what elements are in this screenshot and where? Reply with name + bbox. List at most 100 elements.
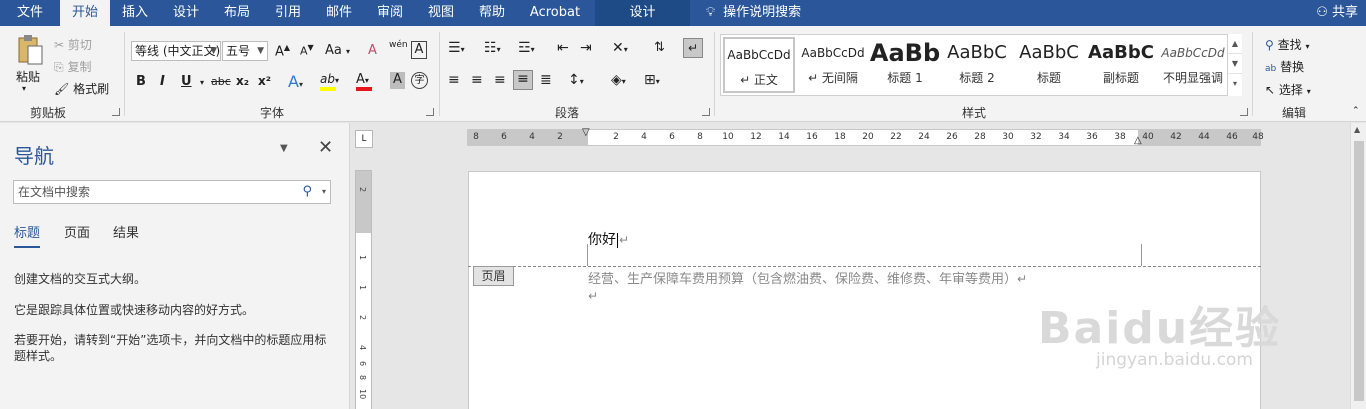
ruler-tick: 8	[697, 132, 703, 142]
nav-hint-3: 若要开始，请转到“开始”选项卡，并向文档中的标题应用标题样式。	[14, 333, 327, 363]
vruler-tick: 8	[358, 375, 367, 381]
line-spacing-button[interactable]: ↕▾	[568, 72, 584, 88]
chinese-layout-button[interactable]: ✕▾	[612, 40, 628, 56]
search-icon[interactable]: ⚲	[302, 181, 312, 203]
format-painter-button[interactable]: 🖌︎ 格式刷	[54, 80, 109, 97]
replace-button[interactable]: ab 替换	[1265, 58, 1304, 75]
align-left-button[interactable]: ≡	[448, 72, 460, 88]
tab-references[interactable]: 引用	[265, 0, 311, 26]
phonetic-guide-button[interactable]: wén	[389, 40, 408, 50]
tab-help[interactable]: 帮助	[469, 0, 515, 26]
font-launcher-icon[interactable]	[426, 108, 434, 116]
italic-button[interactable]: I	[160, 74, 165, 89]
close-icon[interactable]: ✕	[318, 137, 333, 158]
strikethrough-button[interactable]: abc	[211, 75, 231, 88]
phonetic-icon: wén	[389, 40, 408, 50]
style-heading-2[interactable]: AaBbC 标题 2	[941, 37, 1013, 93]
vertical-scrollbar[interactable]: ▲	[1350, 123, 1366, 409]
grow-font-button[interactable]: A▲	[275, 43, 290, 59]
style-subtle-emphasis[interactable]: AaBbCcDd 不明显强调	[1157, 37, 1229, 93]
right-indent-handle[interactable]: △	[1134, 135, 1142, 146]
tab-acrobat[interactable]: Acrobat	[520, 0, 590, 26]
paste-label[interactable]: 粘贴	[16, 68, 40, 85]
char-shading-button[interactable]: A	[390, 72, 405, 89]
borders-button[interactable]: ⊞▾	[644, 72, 660, 88]
nav-tab-pages[interactable]: 页面	[64, 222, 90, 241]
enclose-char-button[interactable]: 字	[411, 72, 428, 89]
paragraph-mark-icon: ↵	[687, 41, 699, 55]
tab-header-design[interactable]: 设计	[595, 0, 690, 26]
clipboard-launcher-icon[interactable]	[112, 108, 120, 116]
increase-indent-button[interactable]: ⇥	[580, 40, 592, 56]
copy-button[interactable]: ⎘ 复制	[54, 58, 91, 75]
style-subtitle[interactable]: AaBbC 副标题	[1085, 37, 1157, 93]
highlight-button[interactable]: ab▾	[320, 72, 339, 91]
style-title[interactable]: AaBbC 标题	[1013, 37, 1085, 93]
style-no-spacing[interactable]: AaBbCcDd ↵ 无间隔	[797, 37, 869, 93]
multilevel-list-button[interactable]: ☲▾	[518, 40, 535, 56]
justify-button[interactable]: ≡	[513, 70, 533, 90]
tab-view[interactable]: 视图	[418, 0, 464, 26]
cut-button[interactable]: ✂ 剪切	[54, 36, 92, 53]
nav-tab-headings[interactable]: 标题	[14, 222, 41, 248]
bold-button[interactable]: B	[136, 74, 146, 89]
char-border-button[interactable]: A	[411, 41, 427, 59]
align-right-button[interactable]: ≡	[494, 72, 506, 88]
align-center-button[interactable]: ≡	[471, 72, 483, 88]
nav-tab-results[interactable]: 结果	[113, 222, 139, 241]
document-body-line[interactable]: 你好 ↵	[588, 229, 629, 249]
change-case-button[interactable]: Aa ▾	[325, 43, 350, 58]
tab-home[interactable]: 开始	[60, 0, 110, 26]
paste-button[interactable]	[16, 34, 46, 66]
underline-button[interactable]: U	[181, 74, 192, 89]
more-styles-icon[interactable]: ▾	[1228, 74, 1242, 94]
superscript-button[interactable]: x²	[258, 74, 271, 88]
shading-button[interactable]: ◈▾	[611, 72, 626, 88]
select-button[interactable]: ↖ 选择 ▾	[1265, 81, 1311, 98]
underline-dropdown-icon[interactable]: ▾	[200, 78, 204, 87]
find-button[interactable]: ⚲ 查找 ▾	[1265, 36, 1309, 53]
sort-button[interactable]: ⇅	[654, 40, 665, 55]
scroll-up-icon[interactable]: ▲	[1354, 125, 1360, 134]
style-normal[interactable]: AaBbCcDd ↵ 正文	[723, 37, 795, 93]
tab-mailings[interactable]: 邮件	[316, 0, 362, 26]
clear-format-button[interactable]: A	[368, 43, 377, 58]
subscript-button[interactable]: x₂	[236, 74, 249, 88]
tab-selector[interactable]: L	[355, 130, 373, 148]
style-heading-1[interactable]: AaBb 标题 1	[869, 37, 941, 93]
increase-indent-icon: ⇥	[580, 40, 592, 56]
styles-launcher-icon[interactable]	[1240, 108, 1248, 116]
shrink-font-button[interactable]: A▼	[300, 43, 314, 58]
show-marks-button[interactable]: ↵	[683, 38, 703, 58]
text-effects-button[interactable]: A▾	[288, 72, 303, 91]
tab-review[interactable]: 审阅	[367, 0, 413, 26]
font-color-button[interactable]: A▾	[356, 72, 372, 91]
share-button[interactable]: ⚇ 共享	[1316, 0, 1358, 26]
styles-scroll[interactable]: ▲ ▼ ▾	[1227, 34, 1242, 96]
paste-dropdown-icon[interactable]: ▾	[22, 84, 26, 93]
chevron-up-icon[interactable]: ▲	[1228, 34, 1242, 54]
header-content[interactable]: 经营、生产保障车费用预算（包含燃油费、保险费、维修费、年审等费用）↵ ↵	[588, 268, 1027, 303]
decrease-indent-button[interactable]: ⇤	[557, 40, 569, 56]
chevron-down-icon[interactable]: ▾	[322, 181, 326, 203]
scroll-thumb[interactable]	[1354, 141, 1364, 401]
vertical-ruler[interactable]: 2 1 1 2 4 6 8 10	[355, 170, 372, 409]
tab-insert[interactable]: 插入	[112, 0, 158, 26]
borders-icon: ⊞	[644, 72, 656, 88]
tab-layout[interactable]: 布局	[214, 0, 260, 26]
tell-me-search[interactable]: 💡︎ 操作说明搜索	[706, 0, 801, 26]
nav-search-input[interactable]: 在文档中搜索 ⚲ ▾	[13, 180, 331, 204]
bullets-button[interactable]: ☰▾	[448, 40, 465, 56]
collapse-ribbon-icon[interactable]: ⌃	[1352, 106, 1360, 116]
nav-options-icon[interactable]: ▼	[280, 143, 288, 154]
horizontal-ruler[interactable]: 8 6 4 2 2 4 6 8 10 12 14 16 18 20 22 24 …	[467, 127, 1264, 146]
distributed-button[interactable]: ≣	[540, 72, 552, 88]
tab-design[interactable]: 设计	[163, 0, 209, 26]
first-line-indent-handle[interactable]: ▽	[582, 127, 590, 138]
tab-file[interactable]: 文件	[0, 0, 60, 26]
numbering-button[interactable]: ☷▾	[484, 40, 501, 56]
chevron-down-icon[interactable]: ▼	[1228, 54, 1242, 74]
font-size-combo[interactable]: 五号 ▼	[222, 41, 268, 61]
paragraph-launcher-icon[interactable]	[702, 108, 710, 116]
font-name-combo[interactable]: 等线 (中文正文) ▼	[131, 41, 221, 61]
